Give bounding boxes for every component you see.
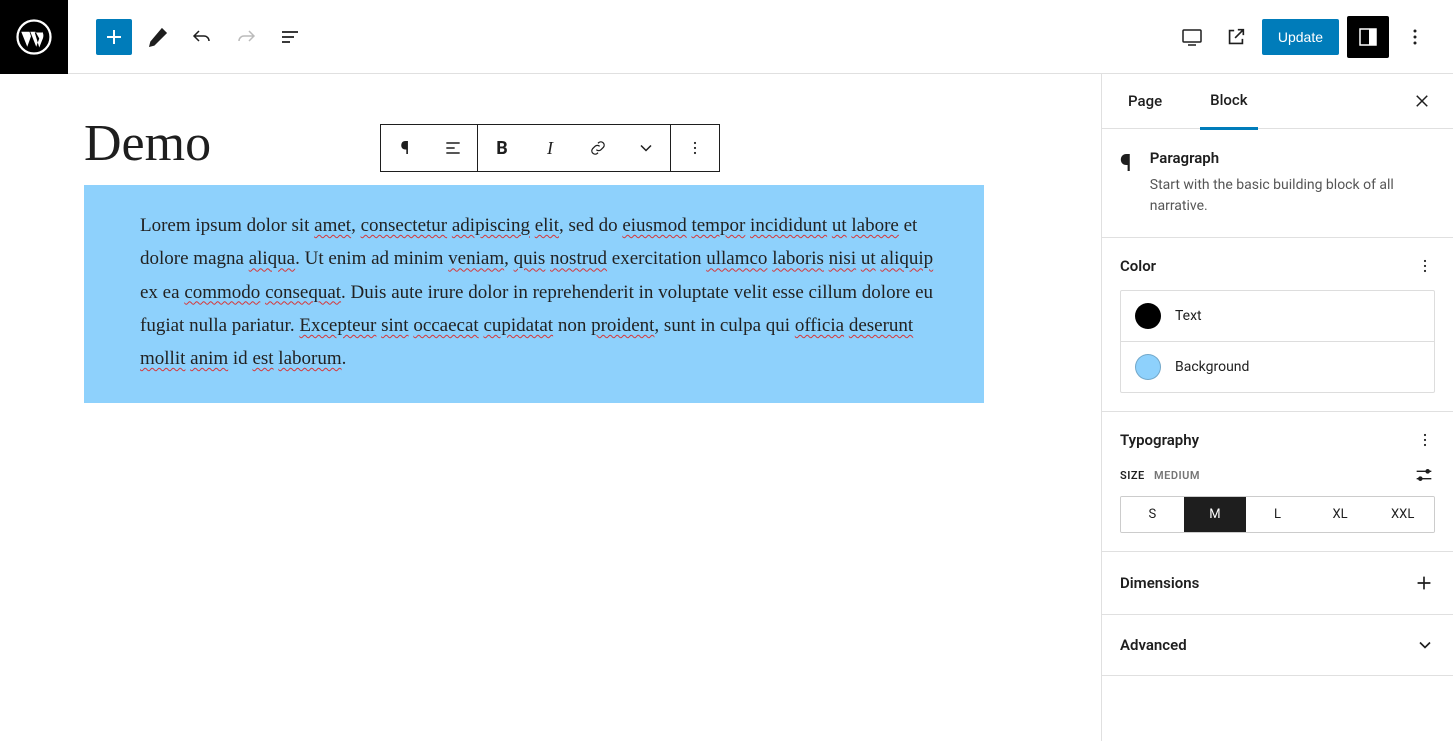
align-icon <box>443 138 463 158</box>
kebab-icon <box>685 138 705 158</box>
size-button-l[interactable]: L <box>1246 497 1309 532</box>
background-color-button[interactable]: Background <box>1121 341 1434 392</box>
dimensions-title: Dimensions <box>1120 574 1199 592</box>
redo-button <box>228 19 264 55</box>
undo-button[interactable] <box>184 19 220 55</box>
typography-panel-options[interactable] <box>1415 430 1435 450</box>
block-description: Start with the basic building block of a… <box>1150 175 1435 217</box>
paragraph-block[interactable]: Lorem ipsum dolor sit amet, consectetur … <box>84 185 984 403</box>
link-button[interactable] <box>574 125 622 171</box>
add-block-button[interactable] <box>96 19 132 55</box>
wordpress-logo[interactable] <box>0 0 68 74</box>
paragraph-icon: ¶ <box>1120 149 1132 217</box>
text-color-swatch <box>1135 303 1161 329</box>
kebab-icon <box>1415 256 1435 276</box>
background-color-label: Background <box>1175 359 1249 375</box>
more-formatting-button[interactable] <box>622 125 670 171</box>
block-type-button[interactable]: ¶ <box>381 125 429 171</box>
block-options-button[interactable] <box>671 125 719 171</box>
color-panel-title: Color <box>1120 257 1156 275</box>
editor-canvas[interactable]: Demo ¶ B I <box>0 74 1101 741</box>
sliders-icon <box>1413 464 1435 486</box>
update-button[interactable]: Update <box>1262 19 1339 55</box>
advanced-panel[interactable]: Advanced <box>1102 615 1453 676</box>
kebab-icon <box>1415 430 1435 450</box>
size-button-m[interactable]: M <box>1184 497 1247 532</box>
text-color-label: Text <box>1175 308 1202 324</box>
size-button-xl[interactable]: XL <box>1309 497 1372 532</box>
plus-icon <box>1413 572 1435 594</box>
color-panel: Color Text Background <box>1102 238 1453 412</box>
size-value: MEDIUM <box>1154 469 1200 482</box>
close-icon <box>1413 92 1431 110</box>
size-button-s[interactable]: S <box>1121 497 1184 532</box>
size-button-xxl[interactable]: XXL <box>1371 497 1434 532</box>
text-color-button[interactable]: Text <box>1121 291 1434 341</box>
bold-icon: B <box>496 138 508 159</box>
paragraph-text[interactable]: Lorem ipsum dolor sit amet, consectetur … <box>140 209 944 375</box>
typography-panel-title: Typography <box>1120 431 1199 449</box>
typography-panel: Typography SIZE MEDIUM SMLXLXXL <box>1102 412 1453 552</box>
settings-sidebar: Page Block ¶ Paragraph Start with the ba… <box>1101 74 1453 741</box>
italic-button[interactable]: I <box>526 125 574 171</box>
close-sidebar-button[interactable] <box>1407 86 1437 116</box>
block-name: Paragraph <box>1150 149 1435 167</box>
tab-page[interactable]: Page <box>1118 74 1172 128</box>
settings-toggle-button[interactable] <box>1347 16 1389 58</box>
preview-button[interactable] <box>1218 19 1254 55</box>
link-icon <box>588 138 608 158</box>
paragraph-icon: ¶ <box>401 138 410 159</box>
background-color-swatch <box>1135 354 1161 380</box>
align-button[interactable] <box>429 125 477 171</box>
document-overview-button[interactable] <box>272 19 308 55</box>
chevron-down-icon <box>636 138 656 158</box>
dimensions-panel[interactable]: Dimensions <box>1102 552 1453 615</box>
block-toolbar: ¶ B I <box>380 124 720 172</box>
italic-icon: I <box>547 138 553 159</box>
advanced-title: Advanced <box>1120 636 1187 654</box>
tab-block[interactable]: Block <box>1200 74 1257 130</box>
tools-button[interactable] <box>140 19 176 55</box>
size-buttons: SMLXLXXL <box>1120 496 1435 533</box>
block-info: ¶ Paragraph Start with the basic buildin… <box>1102 129 1453 238</box>
bold-button[interactable]: B <box>478 125 526 171</box>
options-button[interactable] <box>1397 19 1433 55</box>
color-panel-options[interactable] <box>1415 256 1435 276</box>
top-toolbar: Update <box>0 0 1453 74</box>
chevron-down-icon <box>1415 635 1435 655</box>
custom-size-button[interactable] <box>1413 464 1435 486</box>
view-button[interactable] <box>1174 19 1210 55</box>
size-label: SIZE <box>1120 469 1145 482</box>
